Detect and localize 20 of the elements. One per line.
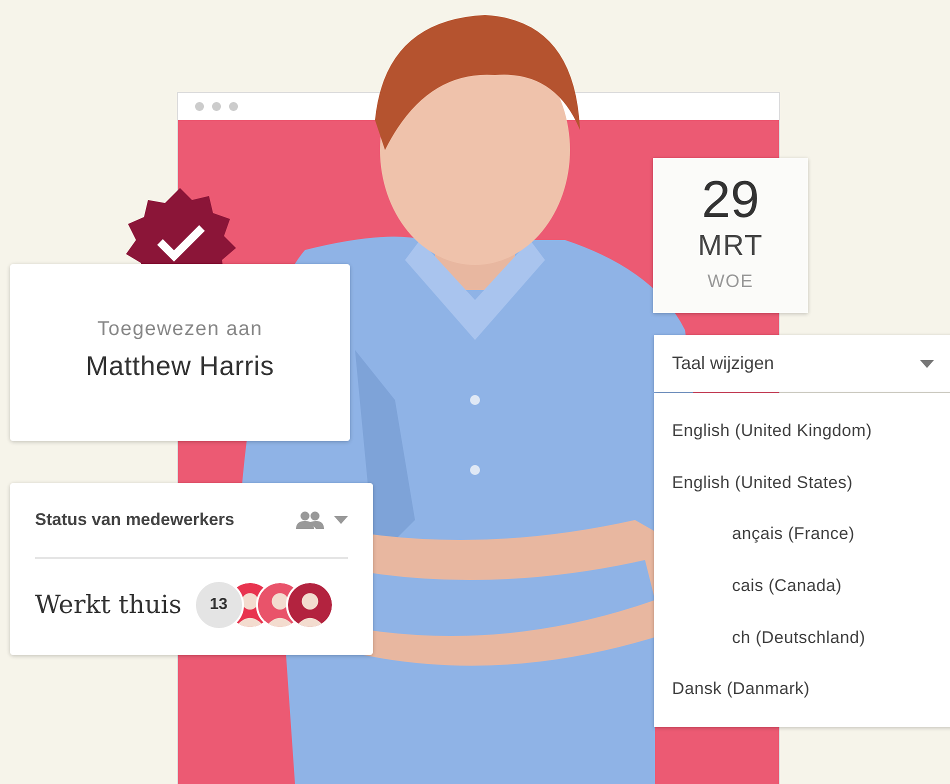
language-option[interactable]: ch (Deutschland) — [654, 612, 950, 664]
date-day: 29 — [702, 172, 760, 228]
language-option[interactable]: cais (Canada) — [654, 560, 950, 612]
caret-icon[interactable] — [334, 516, 348, 524]
caret-icon — [920, 360, 934, 368]
language-option[interactable]: ançais (France) — [654, 508, 950, 560]
date-month: MRT — [698, 229, 764, 264]
language-option[interactable]: English (United States) — [654, 456, 950, 508]
dropdown-label: Taal wijzigen — [672, 352, 776, 375]
assigned-label: Toegewezen aan — [97, 317, 263, 342]
date-weekday: WOE — [708, 270, 754, 293]
language-option[interactable]: Dansk (Danmark) — [654, 663, 950, 716]
status-label: Werkt thuis — [35, 589, 182, 622]
language-option[interactable]: English (United Kingdom) — [654, 405, 950, 457]
status-title: Status van medewerkers — [35, 509, 236, 532]
avatar — [286, 581, 334, 629]
people-icon — [296, 511, 324, 529]
language-dropdown[interactable]: Taal wijzigen — [654, 335, 950, 392]
count-badge: 13 — [194, 580, 244, 630]
assignee-name: Matthew Harris — [86, 350, 274, 383]
